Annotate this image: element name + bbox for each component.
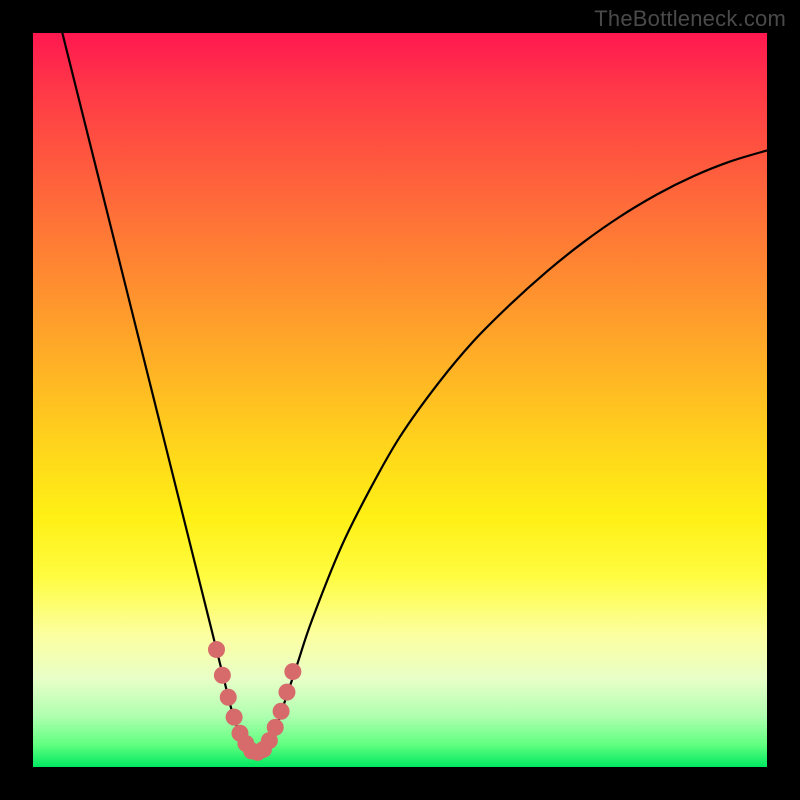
valley-marker: [220, 689, 237, 706]
valley-marker-group: [208, 641, 301, 761]
valley-marker: [284, 663, 301, 680]
valley-marker: [214, 667, 231, 684]
valley-marker: [208, 641, 225, 658]
bottleneck-chart-svg: [33, 33, 767, 767]
chart-area: [33, 33, 767, 767]
bottleneck-curve-path: [62, 33, 767, 753]
valley-marker: [273, 703, 290, 720]
valley-marker: [226, 709, 243, 726]
watermark-label: TheBottleneck.com: [594, 6, 786, 32]
valley-marker: [267, 719, 284, 736]
valley-marker: [278, 684, 295, 701]
